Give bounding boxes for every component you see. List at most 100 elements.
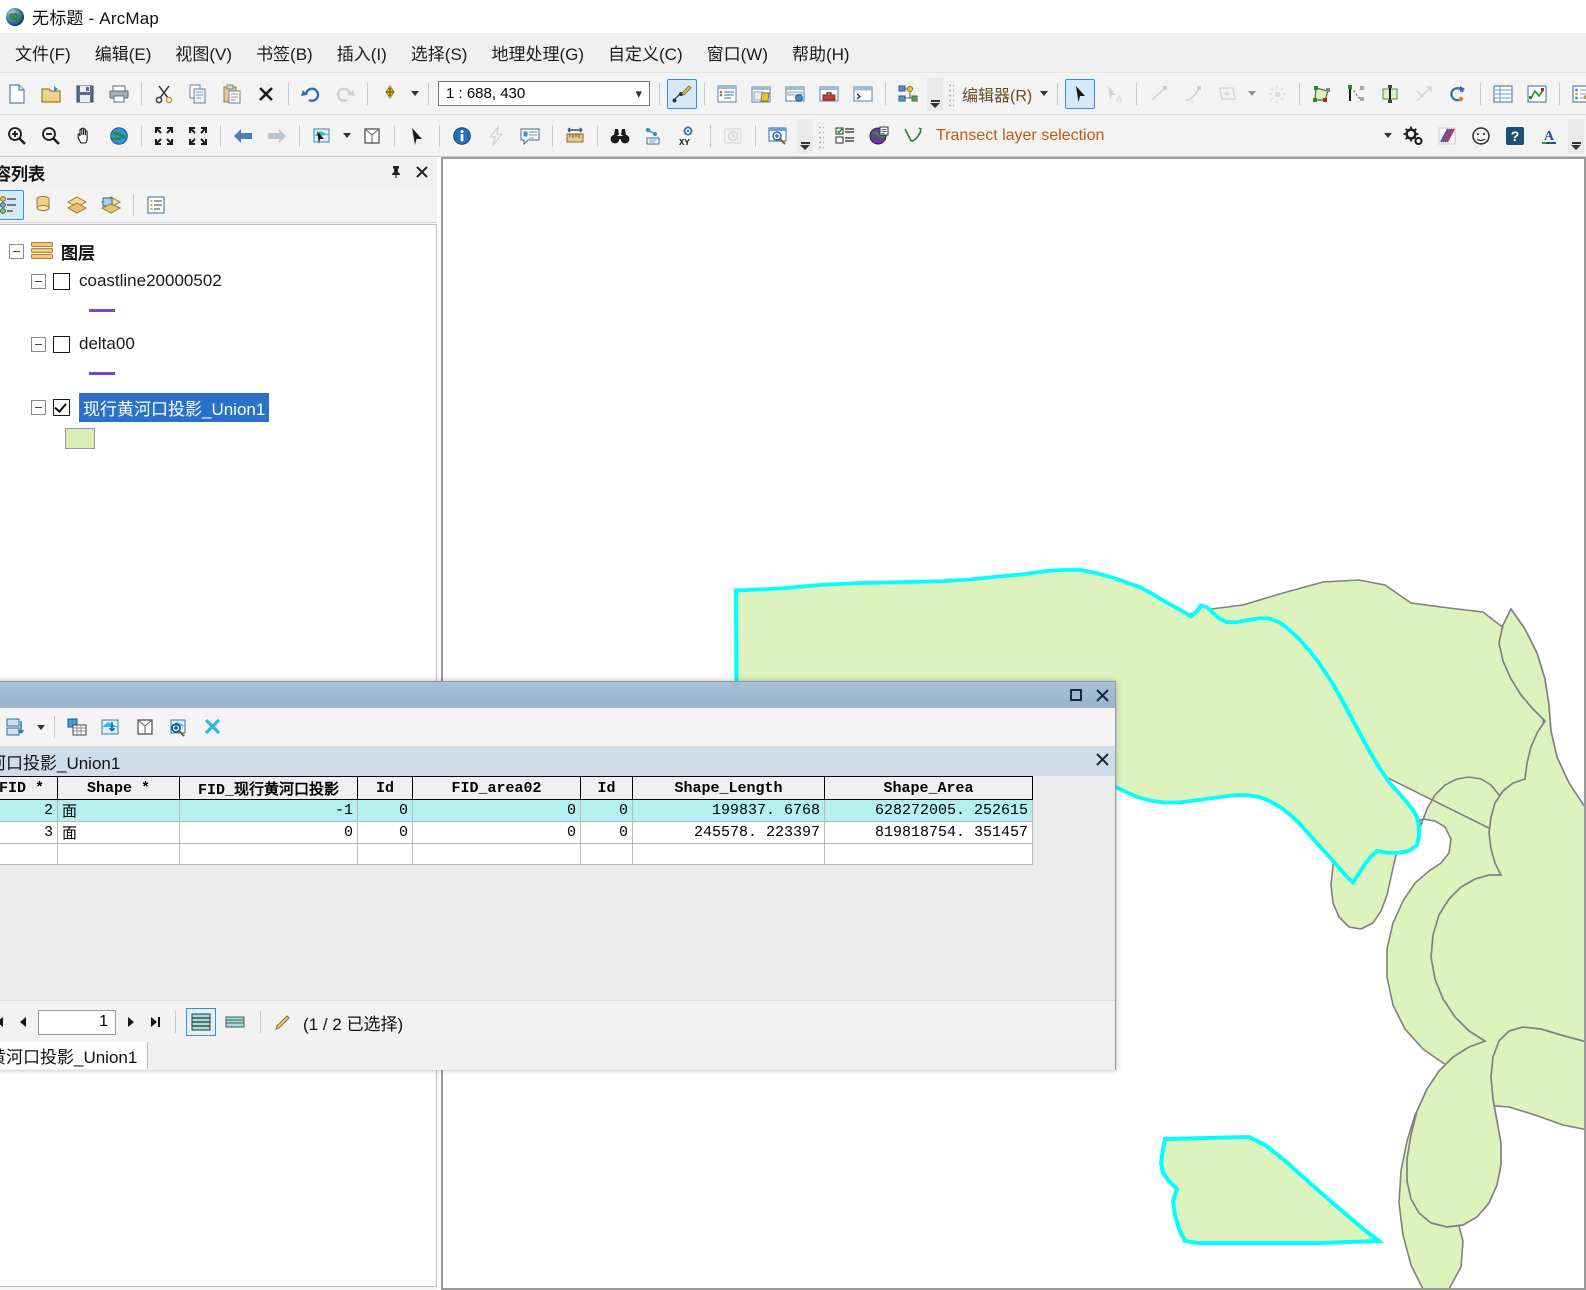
paste-icon[interactable]	[217, 79, 247, 109]
attribute-table-title-bar[interactable]	[0, 682, 1115, 708]
column-header-fid-area02[interactable]: FID_area02	[412, 776, 581, 800]
create-viewer-window-icon[interactable]	[763, 121, 793, 151]
new-document-icon[interactable]	[2, 79, 32, 109]
split-tool-icon[interactable]	[1409, 79, 1439, 109]
delete-x-icon[interactable]	[251, 79, 281, 109]
cell-id-2[interactable]: 0	[580, 821, 633, 844]
trace-polygon-icon[interactable]	[1212, 79, 1242, 109]
select-features-icon[interactable]	[307, 121, 337, 151]
stripes-icon[interactable]	[1432, 121, 1462, 151]
last-record-icon[interactable]	[143, 1010, 167, 1034]
help-question-icon[interactable]: ?	[1500, 121, 1530, 151]
menu-bookmarks[interactable]: 书签(B)	[245, 36, 324, 69]
next-record-icon[interactable]	[119, 1010, 143, 1034]
find-route-icon[interactable]	[639, 121, 669, 151]
expand-collapse-icon[interactable]	[31, 399, 46, 415]
column-header-shape[interactable]: Shape *	[57, 776, 180, 800]
close-icon[interactable]	[1089, 684, 1115, 706]
toc-group-layers[interactable]: 图层	[9, 237, 436, 265]
zoom-to-selected-icon[interactable]	[164, 712, 194, 742]
column-header-id-1[interactable]: Id	[357, 776, 413, 800]
editor-menu-label[interactable]: 编辑器(R)	[958, 82, 1036, 106]
cut-scissors-icon[interactable]	[149, 79, 179, 109]
menu-insert[interactable]: 插入(I)	[326, 36, 398, 69]
undo-icon[interactable]	[296, 79, 326, 109]
go-forward-arrow-icon[interactable]	[262, 121, 292, 151]
hyperlink-lightning-icon[interactable]	[481, 121, 511, 151]
attribute-table[interactable]: FID * Shape * FID_现行黄河口投影 Id FID_area02 …	[0, 776, 1033, 865]
pan-hand-icon[interactable]	[70, 121, 100, 151]
layer-visibility-checkbox[interactable]	[53, 272, 70, 290]
list-by-visibility-icon[interactable]	[62, 190, 92, 220]
list-by-source-icon[interactable]	[28, 190, 58, 220]
fixed-zoom-out-icon[interactable]	[183, 121, 213, 151]
fixed-zoom-in-icon[interactable]	[149, 121, 179, 151]
pin-icon[interactable]	[385, 161, 407, 183]
cell-fid-area02[interactable]: 0	[412, 799, 581, 822]
list-by-selection-icon[interactable]	[96, 190, 126, 220]
column-header-shape-area[interactable]: Shape_Area	[824, 776, 1033, 800]
text-a-icon[interactable]: A	[1534, 121, 1564, 151]
cell-fid-area02[interactable]: 0	[412, 821, 581, 844]
go-back-arrow-icon[interactable]	[228, 121, 258, 151]
menu-selection[interactable]: 选择(S)	[400, 36, 479, 69]
menu-edit[interactable]: 编辑(E)	[84, 36, 163, 69]
polygon-fid2-lower-part[interactable]	[1158, 1134, 1385, 1245]
full-extent-globe-icon[interactable]	[104, 121, 134, 151]
sidebar-item-coastline20000502[interactable]: coastline20000502	[31, 267, 436, 295]
layer-visibility-checkbox[interactable]	[53, 335, 70, 353]
menu-view[interactable]: 视图(V)	[164, 36, 243, 69]
chevron-down-icon[interactable]: ▾	[635, 86, 647, 102]
select-features-caret[interactable]	[343, 133, 351, 138]
expand-collapse-icon[interactable]	[31, 273, 46, 289]
measure-icon[interactable]	[560, 121, 590, 151]
record-number-input[interactable]: 1	[38, 1009, 116, 1035]
clear-selection-icon[interactable]	[130, 712, 160, 742]
edit-annotation-arrow-icon[interactable]: A	[1099, 79, 1129, 109]
bottom-tab-layer[interactable]: 黄河口投影_Union1	[0, 1042, 149, 1069]
menu-geoprocessing[interactable]: 地理处理(G)	[480, 36, 595, 69]
curve-segment-icon[interactable]	[1178, 79, 1208, 109]
edit-select-arrow-icon[interactable]	[1065, 78, 1096, 109]
layer-tab-close-icon[interactable]	[1096, 752, 1109, 770]
find-binoculars-icon[interactable]	[605, 121, 635, 151]
search-window-icon[interactable]	[780, 79, 810, 109]
toolbox-icon[interactable]	[814, 79, 844, 109]
rotate-tool-icon[interactable]	[1443, 79, 1473, 109]
transect-toolbar-overflow-button[interactable]	[1568, 118, 1584, 153]
delete-selection-icon[interactable]	[198, 712, 228, 742]
reshape-feature-icon[interactable]	[1341, 79, 1371, 109]
table-options-caret[interactable]	[37, 724, 45, 730]
expand-collapse-icon[interactable]	[31, 336, 46, 352]
related-tables-icon[interactable]	[62, 712, 92, 742]
editor-menu-caret[interactable]	[1040, 91, 1049, 96]
save-icon[interactable]	[70, 79, 100, 109]
cell-shape-length[interactable]: 245578. 223397	[632, 821, 825, 844]
cell-shape-area[interactable]: 819818754. 351457	[824, 821, 1033, 844]
table-of-contents-icon[interactable]	[712, 79, 742, 109]
cell-id-1[interactable]: 0	[357, 799, 413, 822]
select-elements-arrow-icon[interactable]	[402, 121, 432, 151]
restore-icon[interactable]	[1063, 684, 1089, 706]
construction-tools-caret[interactable]	[1248, 91, 1257, 96]
transect-globe-icon[interactable]	[864, 121, 894, 151]
copy-icon[interactable]	[183, 79, 213, 109]
toolbar-overflow-button[interactable]	[927, 76, 943, 111]
menu-customize[interactable]: 自定义(C)	[597, 36, 694, 69]
toolbar-grip[interactable]	[947, 80, 954, 107]
table-options-icon[interactable]	[1, 712, 31, 742]
list-by-drawing-order-icon[interactable]	[0, 189, 24, 220]
cell-fid[interactable]: 2	[0, 799, 58, 822]
previous-record-icon[interactable]	[11, 1010, 35, 1034]
cell-shape-length[interactable]: 199837. 6768	[632, 799, 825, 822]
table-row[interactable]: 3 面 0 0 0 0 245578. 223397 819818754. 35…	[0, 821, 1033, 844]
toc-options-icon[interactable]	[141, 190, 171, 220]
identify-info-icon[interactable]	[447, 121, 477, 151]
html-popup-icon[interactable]	[515, 121, 545, 151]
settings-gear-icon[interactable]	[1398, 121, 1428, 151]
column-header-fid[interactable]: FID *	[0, 776, 58, 800]
first-record-icon[interactable]	[0, 1010, 11, 1034]
open-folder-icon[interactable]	[36, 79, 66, 109]
column-header-id-2[interactable]: Id	[580, 776, 633, 800]
catalog-icon[interactable]	[746, 79, 776, 109]
